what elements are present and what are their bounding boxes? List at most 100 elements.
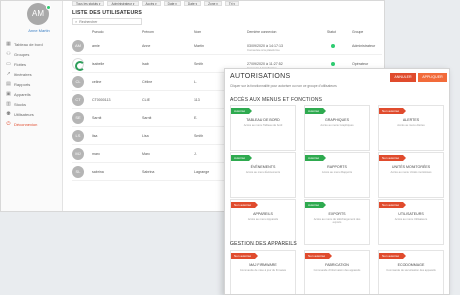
filter-dropdown[interactable]: Tri ▾ <box>224 1 239 6</box>
avatar: AM <box>72 40 84 52</box>
search-icon: ⌕ <box>75 19 78 24</box>
sidebar-item-utilisateurs[interactable]: ⚉ Utilisateurs <box>5 109 61 119</box>
cell-pseudo: CT0000113 <box>92 98 111 102</box>
sidebar-item-label: Rapports <box>14 81 31 87</box>
cell-prenom: CLIE <box>142 98 150 102</box>
permission-card[interactable]: Non autorisé Appareils Accès au menu Appar… <box>230 199 296 245</box>
current-user-name[interactable]: Anne Martin <box>9 28 69 33</box>
avatar: SE <box>72 112 84 124</box>
app-root: AM Anne Martin ▦ Tableau de bord ⚇ Groupes ▭… <box>0 0 460 295</box>
sidebar-item-label: Stocks <box>14 101 27 107</box>
cell-nom: J. <box>194 152 197 156</box>
sidebar-item-itin-raires[interactable]: ↗ Itinéraires <box>5 69 61 79</box>
cell-prenom: Céline <box>142 80 153 84</box>
unauthorized-badge: Non autorisé <box>379 202 407 208</box>
cell-pseudo: celine <box>92 80 102 84</box>
permission-card[interactable]: Non autorisé Ecodommage Commande de sécuri… <box>378 250 444 294</box>
sidebar-item-label: Tableau de bord <box>14 41 43 47</box>
permission-description: Commande d'information des appareils <box>313 269 361 272</box>
sidebar-item-rapports[interactable]: ▤ Rapports <box>5 79 61 89</box>
sidebar-item-stocks[interactable]: ▥ Stocks <box>5 99 61 109</box>
cell-pseudo: sabrina <box>92 170 104 174</box>
authorized-badge: Autorisé <box>305 202 327 208</box>
sidebar-item-d-connexion[interactable]: ⏻ Déconnexion <box>5 119 61 129</box>
permission-description: Accès au menu Graphiques <box>320 124 354 127</box>
avatar: SL <box>72 166 84 178</box>
table-header: Pseudo Prénom Nom Dernière connexion Statut G… <box>72 28 382 35</box>
cell-nom: Lagrange <box>194 170 210 174</box>
column-header[interactable]: Statut <box>327 30 336 34</box>
permission-card[interactable]: Non autorisé Alertes Accès au menu Alertes <box>378 105 444 151</box>
permission-card[interactable]: Autorisé Exports Accès au menu de téléchar… <box>304 199 370 245</box>
sidebar-item-label: Groupes <box>14 51 30 57</box>
unauthorized-badge: Non autorisé <box>305 253 333 259</box>
search-box[interactable]: ⌕ <box>72 18 142 25</box>
permission-description: Accès au menu Utilisateurs <box>394 218 428 221</box>
users-icon: ⚉ <box>6 111 11 117</box>
sidebar-item-label: Itinéraires <box>14 71 32 77</box>
sidebar-nav: ▦ Tableau de bord ⚇ Groupes ▭ Flottes ↗ Itinéra… <box>5 39 61 129</box>
route-icon: ↗ <box>6 71 11 77</box>
permission-card[interactable]: Non autorisé Fabrication Commande d'inform… <box>304 250 370 294</box>
column-header[interactable]: Nom <box>194 30 201 34</box>
cell-prenom: Marc <box>142 152 150 156</box>
avatar: LS <box>72 130 84 142</box>
cell-group: Opérateur <box>352 62 369 66</box>
column-header[interactable]: Groupe <box>352 30 363 34</box>
permission-card[interactable]: Non autorisé Unités monitorées Accès au me… <box>378 152 444 198</box>
filter-dropdown[interactable]: Accès ▾ <box>141 1 161 6</box>
sidebar-item-groupes[interactable]: ⚇ Groupes <box>5 49 61 59</box>
permission-description: Accès au menu Appareils <box>247 218 279 221</box>
sidebar-item-appareils[interactable]: ▣ Appareils <box>5 89 61 99</box>
apply-button[interactable]: Appliquer <box>418 73 447 82</box>
permission-card[interactable]: Autorisé Rapports Accès au menu Rapports <box>304 152 370 198</box>
sidebar-item-label: Appareils <box>14 91 31 97</box>
filter-dropdown[interactable]: Tous les statuts ▾ <box>72 1 105 6</box>
dashboard-icon: ▦ <box>6 41 11 47</box>
permission-title: MAJ Firmware <box>249 263 277 267</box>
permission-card[interactable]: Non autorisé MAJ Firmware Commande de mise… <box>230 250 296 294</box>
status-ok-icon <box>331 62 335 66</box>
cell-pseudo: isabelle <box>92 62 105 66</box>
permission-card[interactable]: Autorisé Événements Accès au menu Événemen… <box>230 152 296 198</box>
section-title-menus: ACCÈS AUX MENUS ET FONCTIONS <box>230 97 323 103</box>
permission-card[interactable]: Non autorisé Utilisateurs Accès au menu Ut… <box>378 199 444 245</box>
permission-title: Graphiques <box>325 118 349 122</box>
permission-card[interactable]: Autorisé Graphiques Accès au menu Graphiqu… <box>304 105 370 151</box>
filter-dropdown[interactable]: Zone ▾ <box>204 1 222 6</box>
search-input[interactable] <box>79 19 140 24</box>
modal-subtitle: Cliquer sur la fonctionnalité pour autor… <box>230 84 337 88</box>
filter-bar: Tous les statuts ▾ Administrateur ▾ Accès … <box>72 1 239 6</box>
sidebar-item-label: Utilisateurs <box>14 111 34 117</box>
online-status-dot <box>46 5 51 10</box>
cell-nom: L. <box>194 80 197 84</box>
column-header[interactable]: Dernière connexion <box>247 30 276 34</box>
modal-title: AUTORISATIONS <box>230 73 291 80</box>
sidebar-item-flottes[interactable]: ▭ Flottes <box>5 59 61 69</box>
status-ok-icon <box>331 44 335 48</box>
cell-pseudo: amie <box>92 44 100 48</box>
column-header[interactable]: Pseudo <box>92 30 104 34</box>
table-row[interactable]: AM amie Anne Martin 03/09/2020 à 14:17:13 Con… <box>72 37 382 55</box>
column-header[interactable]: Prénom <box>142 30 154 34</box>
permission-description: Accès au menu Rapports <box>321 171 353 174</box>
cell-prenom: Isab <box>142 62 149 66</box>
permission-title: Rapports <box>327 165 347 169</box>
filter-dropdown[interactable]: Administrateur ▾ <box>107 1 139 6</box>
sidebar-item-tableau-de-bord[interactable]: ▦ Tableau de bord <box>5 39 61 49</box>
fleet-icon: ▭ <box>6 61 11 67</box>
report-icon: ▤ <box>6 81 11 87</box>
permission-title: Utilisateurs <box>398 212 424 216</box>
cell-pseudo: lisa <box>92 134 98 138</box>
unauthorized-badge: Non autorisé <box>379 108 407 114</box>
filter-dropdown[interactable]: Date ▾ <box>183 1 202 6</box>
permission-description: Accès au menu Tableau de bord <box>243 124 283 127</box>
cancel-button[interactable]: Annuler <box>390 73 416 82</box>
unauthorized-badge: Non autorisé <box>231 253 259 259</box>
permission-title: Exports <box>328 212 346 216</box>
permission-description: Commande de mise à jour du firmware <box>239 269 287 272</box>
filter-dropdown[interactable]: Date ▾ <box>163 1 181 6</box>
permission-card[interactable]: Autorisé Tableau de bord Accès au menu Tab… <box>230 105 296 151</box>
cell-nom: Martin <box>194 44 204 48</box>
page-title: LISTE DES UTILISATEURS <box>72 10 143 16</box>
